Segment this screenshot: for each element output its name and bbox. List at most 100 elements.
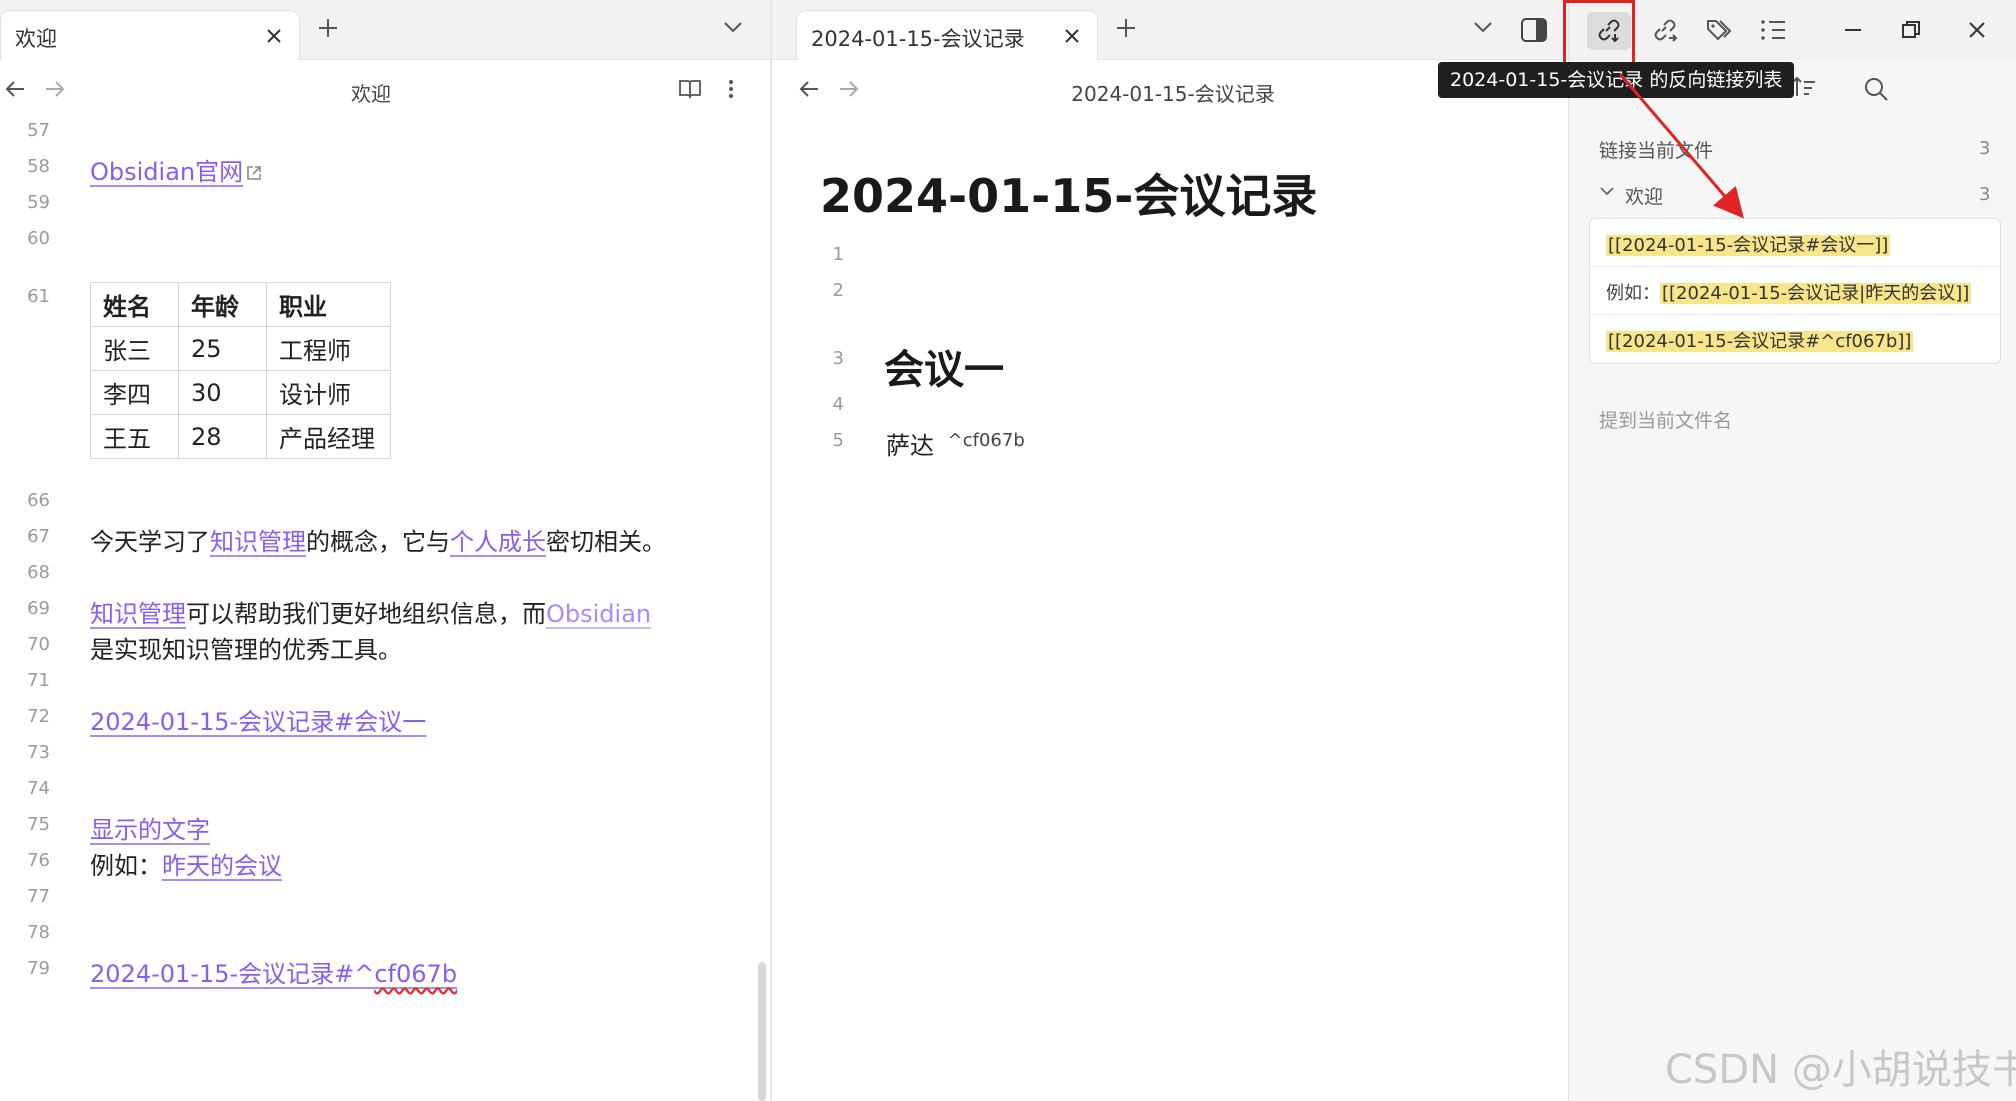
line-number: 57 xyxy=(27,120,50,141)
annotation-highlight-box xyxy=(1563,0,1635,71)
table-header-cell[interactable]: 职业 xyxy=(266,282,391,327)
backlink-group-welcome[interactable]: 欢迎 xyxy=(1625,182,1663,209)
note-title[interactable]: 2024-01-15-会议记录 xyxy=(820,160,1317,226)
text-run: 可以帮助我们更好地组织信息，而 xyxy=(186,600,546,628)
block-reference-link[interactable]: 2024-01-15-会议记录#^cf067b xyxy=(90,960,457,988)
close-icon[interactable] xyxy=(263,25,285,47)
line-72: 2024-01-15-会议记录#会议一 xyxy=(90,702,426,737)
display-text-link[interactable]: 显示的文字 xyxy=(90,816,210,844)
line-number: 4 xyxy=(832,394,844,415)
forward-arrow-icon[interactable] xyxy=(836,78,860,100)
line-number: 70 xyxy=(27,634,50,655)
table-cell[interactable]: 25 xyxy=(178,326,267,371)
line-number: 78 xyxy=(27,922,50,943)
heading-meeting-one[interactable]: 会议一 xyxy=(884,337,1004,395)
new-tab-plus-icon[interactable] xyxy=(1114,16,1138,40)
back-arrow-icon[interactable] xyxy=(798,78,822,100)
table-header-cell[interactable]: 姓名 xyxy=(90,282,179,327)
line-number: 61 xyxy=(27,286,50,307)
link-text: 2024-01-15-会议记录#^ xyxy=(90,960,375,988)
table-cell[interactable]: 产品经理 xyxy=(266,414,391,459)
table-cell[interactable]: 王五 xyxy=(90,414,179,459)
backlink-result[interactable]: 例如： [[2024-01-15-会议记录|昨天的会议]] xyxy=(1590,267,2000,315)
body-text: 萨达 xyxy=(886,432,934,460)
center-tab-bar: 2024-01-15-会议记录 xyxy=(772,0,1568,60)
new-tab-plus-icon[interactable] xyxy=(316,16,340,40)
obsidian-external-link[interactable]: Obsidian官网 xyxy=(90,158,243,186)
line-number: 79 xyxy=(27,958,50,979)
line-79: 2024-01-15-会议记录#^cf067b xyxy=(90,954,457,989)
scrollbar-thumb[interactable] xyxy=(758,962,766,1101)
line-number: 3 xyxy=(832,348,844,369)
table-cell[interactable]: 30 xyxy=(178,370,267,415)
tab-label: 欢迎 xyxy=(15,27,57,51)
outline-icon[interactable] xyxy=(1759,18,1787,42)
backlink-results: [[2024-01-15-会议记录#会议一]] 例如： [[2024-01-15-… xyxy=(1589,218,2001,364)
text-run: 今天学习了 xyxy=(90,528,210,556)
line-number: 66 xyxy=(27,490,50,511)
linked-mentions-label[interactable]: 链接当前文件 xyxy=(1599,136,1713,163)
minimize-window-icon[interactable] xyxy=(1841,18,1865,42)
line-67: 今天学习了知识管理的概念，它与个人成长密切相关。 xyxy=(90,522,666,557)
tab-meeting-notes[interactable]: 2024-01-15-会议记录 xyxy=(796,10,1098,60)
chevron-down-icon[interactable] xyxy=(722,20,744,34)
backlinks-tooltip: 2024-01-15-会议记录 的反向链接列表 xyxy=(1438,62,1795,98)
chevron-down-icon[interactable] xyxy=(1472,20,1494,34)
personal-growth-link[interactable]: 个人成长 xyxy=(450,528,546,556)
tab-welcome[interactable]: 欢迎 xyxy=(0,10,300,60)
table-row: 李四 30 设计师 xyxy=(90,370,391,415)
spellcheck-underlined-text: cf067b xyxy=(374,960,458,988)
line-5: 萨达 ^cf067b xyxy=(886,426,1025,461)
left-editor-pane: 欢迎 欢迎 57 58 59 60 61 66 67 68 69 70 71 7… xyxy=(0,0,770,1101)
table-cell[interactable]: 28 xyxy=(178,414,267,459)
line-number: 77 xyxy=(27,886,50,907)
line-58: Obsidian官网 xyxy=(90,152,263,187)
restore-window-icon[interactable] xyxy=(1899,18,1923,42)
line-75: 显示的文字 xyxy=(90,810,210,845)
view-title[interactable]: 2024-01-15-会议记录 xyxy=(1008,78,1338,107)
outgoing-links-icon[interactable] xyxy=(1651,16,1679,44)
table-header-row: 姓名 年龄 职业 xyxy=(90,282,391,327)
tags-icon[interactable] xyxy=(1705,16,1733,44)
back-arrow-icon[interactable] xyxy=(4,78,28,100)
table-cell[interactable]: 张三 xyxy=(90,326,179,371)
unlinked-mentions-label[interactable]: 提到当前文件名 xyxy=(1599,406,1732,433)
line-number: 5 xyxy=(832,430,844,451)
result-text: 例如： [[2024-01-15-会议记录|昨天的会议]] xyxy=(1606,279,1972,305)
forward-arrow-icon[interactable] xyxy=(42,78,66,100)
knowledge-management-link[interactable]: 知识管理 xyxy=(210,528,306,556)
left-tab-bar: 欢迎 xyxy=(0,0,770,60)
sort-icon[interactable] xyxy=(1791,74,1817,100)
chevron-down-icon[interactable] xyxy=(1599,186,1615,198)
table-header-cell[interactable]: 年龄 xyxy=(178,282,267,327)
backlink-result[interactable]: [[2024-01-15-会议记录#^cf067b]] xyxy=(1590,315,2000,363)
line-69: 知识管理可以帮助我们更好地组织信息，而Obsidian xyxy=(90,594,651,629)
reading-view-book-icon[interactable] xyxy=(678,78,702,100)
yesterday-meeting-link[interactable]: 昨天的会议 xyxy=(162,852,282,880)
line-number: 1 xyxy=(832,244,844,265)
text-run: 例如： xyxy=(90,852,162,880)
result-highlight: [[2024-01-15-会议记录#^cf067b]] xyxy=(1606,331,1914,352)
left-view-header: 欢迎 xyxy=(0,62,770,118)
toggle-sidebar-icon[interactable] xyxy=(1520,17,1548,43)
table-cell[interactable]: 工程师 xyxy=(266,326,391,371)
backlink-result[interactable]: [[2024-01-15-会议记录#会议一]] xyxy=(1590,219,2000,267)
sidebar-tab-bar xyxy=(1569,0,2016,60)
data-table: 姓名 年龄 职业 张三 25 工程师 李四 30 设计师 王五 28 产品经理 xyxy=(90,282,391,459)
view-title[interactable]: 欢迎 xyxy=(300,78,442,107)
line-70: 是实现知识管理的优秀工具。 xyxy=(90,636,402,664)
linked-mentions-count: 3 xyxy=(1979,138,1991,159)
table-cell[interactable]: 设计师 xyxy=(266,370,391,415)
knowledge-management-link[interactable]: 知识管理 xyxy=(90,600,186,628)
heading-internal-link[interactable]: 2024-01-15-会议记录#会议一 xyxy=(90,708,426,736)
line-76: 例如：昨天的会议 xyxy=(90,846,282,881)
result-highlight: [[2024-01-15-会议记录#会议一]] xyxy=(1606,235,1891,256)
obsidian-unresolved-link[interactable]: Obsidian xyxy=(546,600,651,628)
more-options-icon[interactable] xyxy=(726,78,736,100)
search-icon[interactable] xyxy=(1863,76,1889,102)
close-icon[interactable] xyxy=(1061,25,1083,47)
table-cell[interactable]: 李四 xyxy=(90,370,179,415)
close-window-icon[interactable] xyxy=(1965,18,1989,42)
result-prefix: 例如： xyxy=(1606,283,1660,304)
right-sidebar: 链接当前文件 3 欢迎 3 [[2024-01-15-会议记录#会议一]] 例如… xyxy=(1568,0,2016,1101)
